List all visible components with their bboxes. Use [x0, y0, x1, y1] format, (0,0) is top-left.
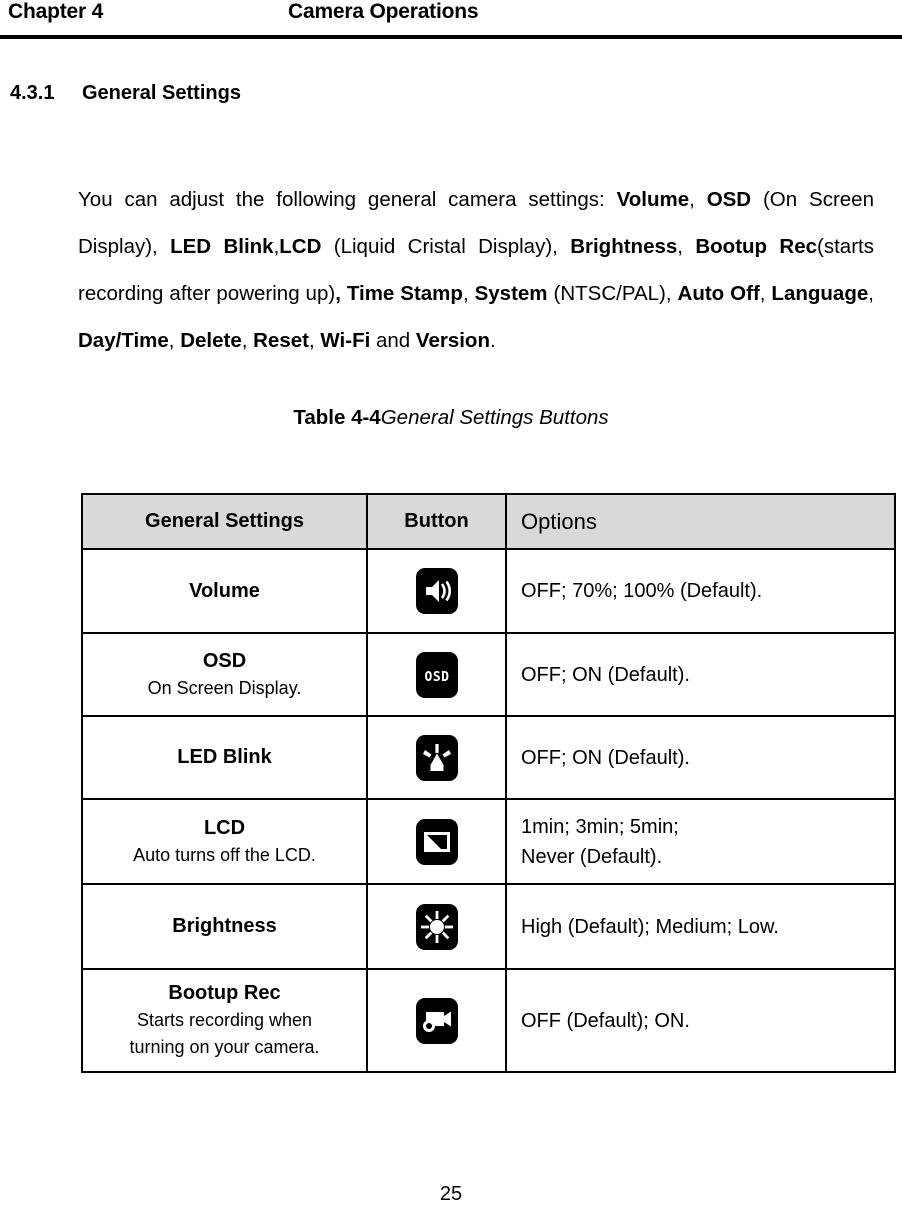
- table-row: Bootup Rec Starts recording when turning…: [81, 968, 896, 1073]
- setting-name-cell: LCD Auto turns off the LCD.: [81, 798, 368, 885]
- setting-name: LCD: [203, 816, 246, 839]
- term-volume: Volume: [616, 187, 690, 211]
- setting-button-cell: [366, 883, 507, 970]
- setting-name-cell: LED Blink: [81, 715, 368, 800]
- setting-description-line1: Starts recording when: [136, 1010, 313, 1030]
- table-row: OSD On Screen Display. OSD OFF; ON (Defa…: [81, 632, 896, 717]
- setting-options-cell: OFF; ON (Default).: [505, 632, 896, 717]
- setting-button-cell: OSD: [366, 632, 507, 717]
- setting-button-cell: [366, 548, 507, 634]
- term-bootup-rec: Bootup Rec: [695, 234, 818, 258]
- para-intro: You can adjust the following general cam…: [78, 187, 617, 211]
- column-header-button: Button: [366, 493, 507, 550]
- setting-button-cell: [366, 798, 507, 885]
- setting-description: Auto turns off the LCD.: [133, 844, 316, 865]
- setting-options-cell: 1min; 3min; 5min; Never (Default).: [505, 798, 896, 885]
- header-title-label: Camera Operations: [288, 0, 479, 23]
- setting-options-cell: OFF; ON (Default).: [505, 715, 896, 800]
- option-line: 1min; 3min; 5min;: [521, 815, 679, 838]
- sep-7: ,: [462, 281, 475, 305]
- osd-icon: OSD: [415, 651, 458, 698]
- term-day-time: Day/Time: [78, 328, 169, 352]
- table-row: LED Blink OFF; ON (Default).: [81, 715, 896, 800]
- sep-4: (Liquid Cristal Display),: [321, 234, 571, 258]
- sep-14: and: [370, 328, 416, 352]
- option-line: High (Default); Medium; Low.: [521, 915, 779, 938]
- section-title: General Settings: [82, 82, 241, 104]
- sep-8: (NTSC/PAL),: [547, 281, 678, 305]
- page-header: Chapter 4 Camera Operations: [0, 0, 902, 38]
- setting-description-line2: turning on your camera.: [129, 1037, 320, 1057]
- sep-15: .: [489, 328, 496, 352]
- lcd-screen-icon: [415, 818, 458, 865]
- term-osd: OSD: [706, 187, 752, 211]
- brightness-sun-icon: [415, 903, 458, 950]
- term-brightness: Brightness: [570, 234, 678, 258]
- setting-name-cell: Volume: [81, 548, 368, 634]
- term-system: System: [474, 281, 548, 305]
- table-caption-text: General Settings Buttons: [380, 406, 609, 429]
- setting-name: Brightness: [172, 915, 277, 937]
- setting-name: Volume: [189, 579, 260, 602]
- header-chapter-label: Chapter 4: [8, 0, 104, 23]
- table-caption-number: Table 4-4: [293, 406, 381, 429]
- setting-name: LED Blink: [177, 746, 272, 768]
- option-line: OFF; ON (Default).: [521, 663, 690, 686]
- intro-paragraph: You can adjust the following general cam…: [78, 176, 874, 364]
- term-lcd: LCD: [279, 234, 322, 258]
- table-header-row: General Settings Button Options: [81, 493, 896, 550]
- table-row: LCD Auto turns off the LCD. 1min; 3min; …: [81, 798, 896, 885]
- speaker-icon: [415, 568, 458, 614]
- table-row: Volume OFF; 70%; 100% (Default).: [81, 548, 896, 634]
- page-number: 25: [439, 1183, 463, 1205]
- term-auto-off: Auto Off: [677, 281, 760, 305]
- setting-options-cell: OFF; 70%; 100% (Default).: [505, 548, 896, 634]
- term-time-stamp: Time Stamp: [346, 281, 463, 305]
- sep-9: ,: [759, 281, 772, 305]
- setting-name-cell: OSD On Screen Display.: [81, 632, 368, 717]
- term-reset: Reset: [253, 328, 309, 352]
- setting-name: Bootup Rec: [168, 982, 281, 1004]
- section-heading: 4.3.1 General Settings: [10, 82, 241, 105]
- setting-name-cell: Bootup Rec Starts recording when turning…: [81, 968, 368, 1073]
- option-line: OFF (Default); ON.: [521, 1009, 690, 1032]
- column-header-general-settings: General Settings: [81, 493, 368, 550]
- setting-name: OSD: [202, 649, 247, 672]
- section-number: 4.3.1: [10, 82, 55, 104]
- term-version: Version: [415, 328, 490, 352]
- sep-10: ,: [868, 281, 874, 305]
- option-line: OFF; ON (Default).: [521, 746, 690, 769]
- sep-6b: ,: [335, 281, 347, 305]
- table-caption: Table 4-4General Settings Buttons: [0, 406, 902, 430]
- sep-11: ,: [168, 328, 181, 352]
- setting-options-cell: High (Default); Medium; Low.: [505, 883, 896, 970]
- led-blink-icon: [415, 734, 458, 781]
- sep-1: ,: [689, 187, 707, 211]
- term-language: Language: [771, 281, 869, 305]
- header-divider-rule: [0, 35, 902, 39]
- term-led-blink: LED Blink: [170, 234, 274, 258]
- setting-name-cell: Brightness: [81, 883, 368, 970]
- sep-12: ,: [241, 328, 254, 352]
- option-line: OFF; 70%; 100% (Default).: [521, 580, 763, 602]
- column-header-options: Options: [505, 493, 896, 550]
- table-row: Brightness High (Default); Medium; Low.: [81, 883, 896, 970]
- setting-description: On Screen Display.: [147, 677, 302, 698]
- sep-5: ,: [677, 234, 696, 258]
- setting-options-cell: OFF (Default); ON.: [505, 968, 896, 1073]
- camcorder-icon: [415, 997, 458, 1044]
- setting-button-cell: [366, 715, 507, 800]
- sep-13: ,: [308, 328, 321, 352]
- term-delete: Delete: [180, 328, 242, 352]
- svg-text:OSD: OSD: [424, 670, 449, 685]
- option-line: Never (Default).: [521, 845, 663, 868]
- setting-button-cell: [366, 968, 507, 1073]
- term-wifi: Wi-Fi: [320, 328, 371, 352]
- general-settings-table: General Settings Button Options Volume O…: [81, 493, 896, 1073]
